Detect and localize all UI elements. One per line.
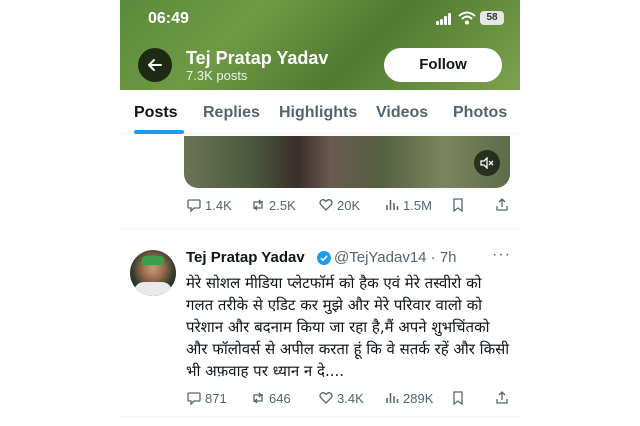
reply-count: 871 — [205, 390, 227, 406]
post-video[interactable] — [184, 136, 510, 188]
heart-icon — [319, 392, 333, 404]
repost-button[interactable]: 646 — [250, 390, 291, 406]
like-count: 20K — [337, 197, 361, 213]
share-button[interactable] — [494, 390, 513, 406]
profile-tabs: Posts Replies Highlights Videos Photos — [120, 90, 520, 134]
signal-icon — [436, 13, 452, 25]
share-button[interactable] — [494, 197, 513, 213]
views-count: 289K — [403, 390, 434, 406]
like-button[interactable]: 20K — [318, 197, 360, 213]
heart-icon — [319, 199, 333, 211]
post-author[interactable]: Tej Pratap Yadav — [186, 249, 305, 266]
posts-count: 7.3K posts — [186, 68, 248, 83]
post-handle[interactable]: @TejYadav14 · 7h — [334, 249, 457, 266]
tab-replies[interactable]: Replies — [203, 104, 260, 122]
share-icon — [496, 391, 508, 404]
battery-icon: 58 — [480, 11, 504, 25]
post-actions: 1.4K 2.5K 20K 1.5M — [184, 197, 514, 217]
more-options-icon[interactable]: ··· — [492, 246, 511, 264]
views-icon — [386, 393, 399, 403]
repost-icon — [253, 199, 263, 211]
reply-button[interactable]: 871 — [186, 390, 227, 406]
bookmark-icon — [453, 391, 463, 406]
back-button[interactable] — [138, 48, 172, 82]
follow-button[interactable]: Follow — [384, 48, 502, 82]
like-count: 3.4K — [337, 390, 364, 406]
profile-name: Tej Pratap Yadav — [186, 48, 329, 68]
tab-posts[interactable]: Posts — [134, 104, 178, 122]
like-button[interactable]: 3.4K — [318, 390, 364, 406]
profile-header: 06:49 58 Tej Pratap Yadav 7.3K posts Fol… — [120, 0, 520, 90]
share-icon — [496, 198, 508, 211]
reply-icon — [187, 392, 201, 406]
reply-button[interactable]: 1.4K — [186, 197, 232, 213]
avatar[interactable] — [130, 250, 176, 296]
tab-photos[interactable]: Photos — [453, 104, 507, 122]
tab-videos[interactable]: Videos — [376, 104, 428, 122]
arrow-left-icon — [148, 59, 162, 71]
post-actions: 871 646 3.4K 289K — [184, 390, 514, 410]
post-text: मेरे सोशल मीडिया प्लेटफॉर्म को हैक एवं म… — [186, 274, 510, 380]
repost-count: 2.5K — [269, 197, 296, 213]
views-count: 1.5M — [403, 197, 432, 213]
bookmark-button[interactable] — [450, 197, 469, 213]
status-time: 06:49 — [148, 10, 189, 27]
status-bar: 06:49 58 — [120, 0, 520, 38]
repost-button[interactable]: 2.5K — [250, 197, 296, 213]
verified-badge-icon — [317, 251, 331, 265]
bookmark-button[interactable] — [450, 390, 469, 406]
wifi-icon — [458, 11, 476, 25]
speaker-muted-icon — [480, 157, 494, 169]
views-icon — [386, 200, 399, 210]
profile-screen: 06:49 58 Tej Pratap Yadav 7.3K posts Fol… — [120, 0, 520, 426]
bookmark-icon — [453, 198, 463, 213]
post-divider — [120, 228, 520, 229]
reply-count: 1.4K — [205, 197, 232, 213]
views-button[interactable]: 1.5M — [384, 197, 432, 213]
views-button[interactable]: 289K — [384, 390, 433, 406]
reply-icon — [187, 199, 201, 213]
repost-icon — [253, 392, 263, 404]
mute-button[interactable] — [474, 150, 500, 176]
post-divider — [120, 416, 520, 417]
repost-count: 646 — [269, 390, 291, 406]
active-tab-indicator — [134, 130, 184, 134]
tab-highlights[interactable]: Highlights — [279, 104, 357, 122]
